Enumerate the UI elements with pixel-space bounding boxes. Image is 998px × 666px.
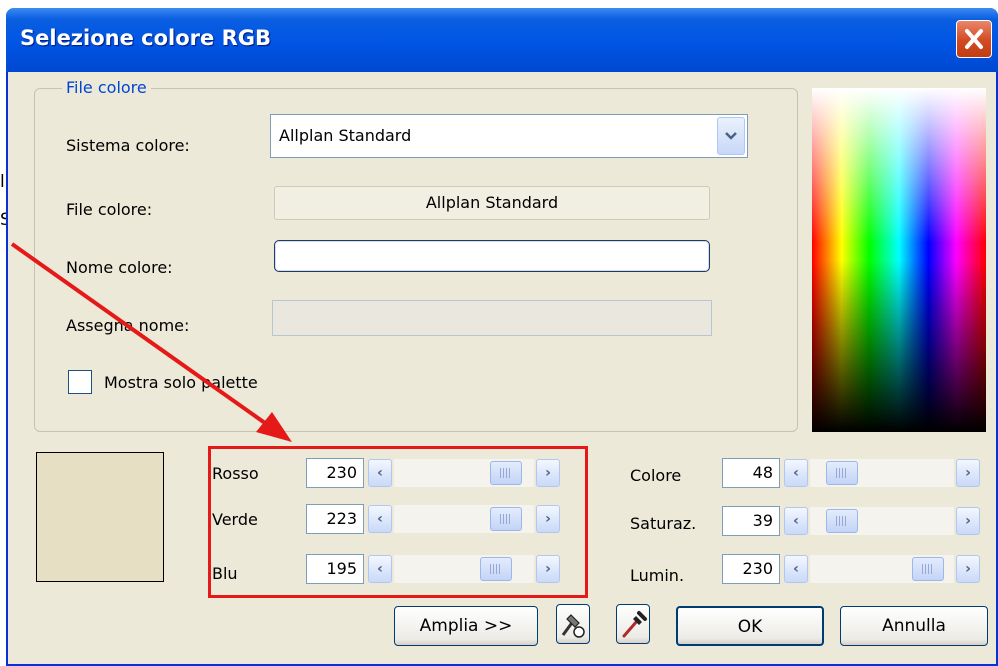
show-palette-checkbox[interactable] xyxy=(68,370,92,394)
expand-button[interactable]: Amplia >> xyxy=(394,606,538,646)
luminance-input[interactable]: 230 xyxy=(722,554,780,584)
close-button[interactable] xyxy=(956,20,992,58)
color-system-value: Allplan Standard xyxy=(279,126,412,145)
highlight-box xyxy=(208,446,588,598)
color-file-value: Allplan Standard xyxy=(274,186,710,220)
hue-decrease-button[interactable]: ‹ xyxy=(784,459,808,487)
group-legend: File colore xyxy=(62,78,151,97)
eyedropper-button[interactable] xyxy=(616,604,650,644)
saturation-increase-button[interactable]: › xyxy=(956,507,980,535)
hue-slider-thumb[interactable] xyxy=(826,461,858,485)
saturation-decrease-button[interactable]: ‹ xyxy=(784,507,808,535)
picker-magnifier-icon xyxy=(561,614,585,638)
assign-name-label: Assegna nome: xyxy=(66,316,190,335)
luminance-decrease-button[interactable]: ‹ xyxy=(784,555,808,583)
color-spectrum[interactable] xyxy=(812,88,986,432)
chevron-down-icon[interactable] xyxy=(717,117,745,155)
color-name-input[interactable] xyxy=(274,240,710,272)
color-system-dropdown[interactable]: Allplan Standard xyxy=(270,114,748,158)
color-file-label: File colore: xyxy=(66,200,153,219)
hue-label: Colore xyxy=(630,466,682,485)
color-preview-swatch xyxy=(36,452,164,582)
cancel-button[interactable]: Annulla xyxy=(840,606,988,646)
hue-increase-button[interactable]: › xyxy=(956,459,980,487)
assign-name-input[interactable] xyxy=(272,300,712,336)
luminance-increase-button[interactable]: › xyxy=(956,555,980,583)
dialog-title: Selezione colore RGB xyxy=(20,26,271,50)
show-palette-label: Mostra solo palette xyxy=(104,373,258,392)
ok-button[interactable]: OK xyxy=(676,606,824,646)
luminance-slider-thumb[interactable] xyxy=(912,557,944,581)
pick-color-button[interactable] xyxy=(556,604,590,644)
color-system-label: Sistema colore: xyxy=(66,136,190,155)
color-name-label: Nome colore: xyxy=(66,258,173,277)
saturation-slider-thumb[interactable] xyxy=(826,509,858,533)
close-icon xyxy=(965,29,983,49)
hue-input[interactable]: 48 xyxy=(722,458,780,488)
eyedropper-icon xyxy=(622,611,647,638)
luminance-label: Lumin. xyxy=(630,566,685,585)
saturation-label: Saturaz. xyxy=(630,514,697,533)
saturation-input[interactable]: 39 xyxy=(722,506,780,536)
